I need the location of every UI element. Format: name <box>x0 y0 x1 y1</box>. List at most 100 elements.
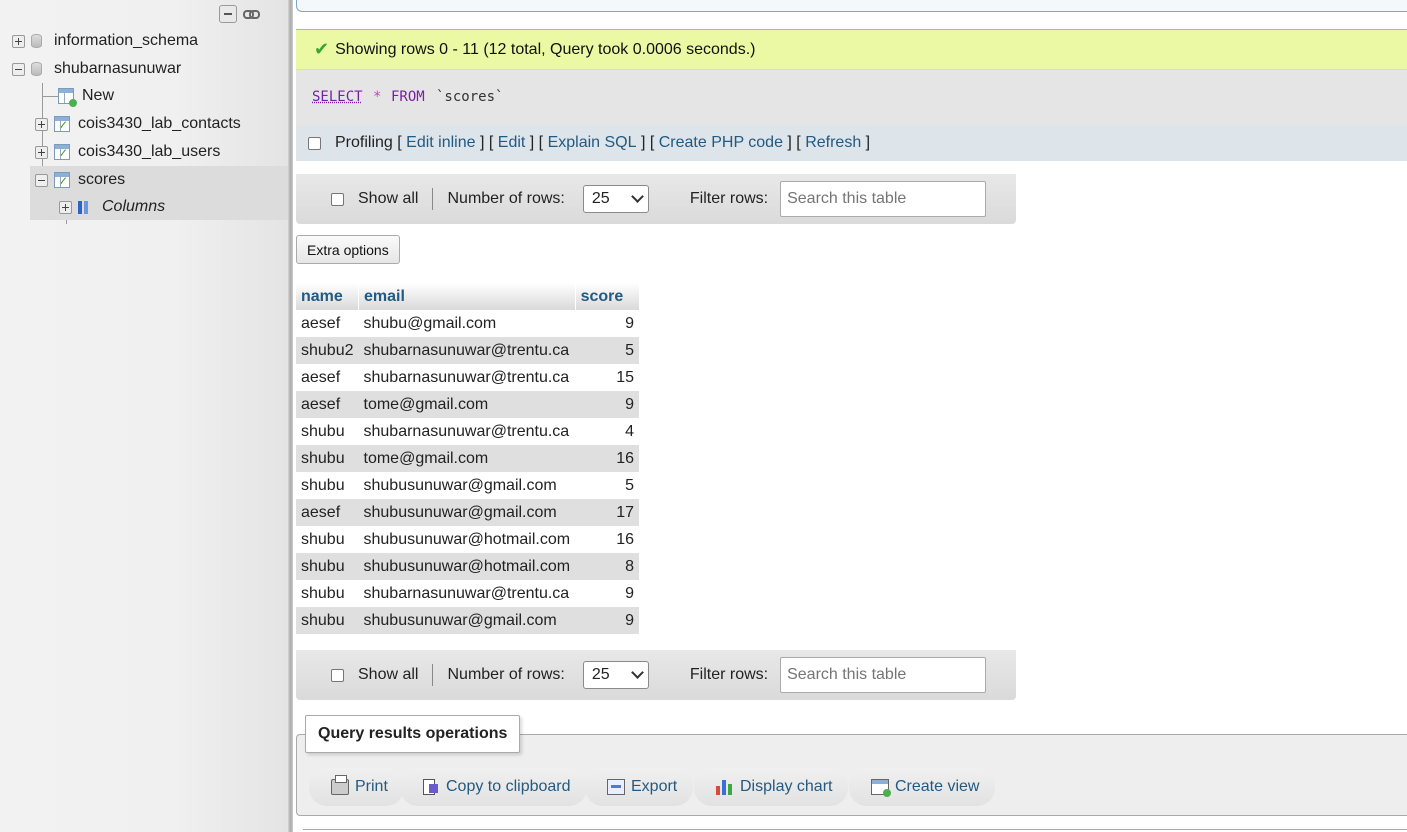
cell-score[interactable]: 5 <box>575 337 640 364</box>
edit-link[interactable]: Edit <box>498 134 526 152</box>
column-header-score[interactable]: score <box>575 283 640 310</box>
collapse-icon[interactable] <box>12 62 25 76</box>
query-results-operations-title: Query results operations <box>305 715 521 753</box>
expand-icon[interactable] <box>12 34 25 48</box>
db-label[interactable]: shubarnasunuwar <box>54 60 181 78</box>
cell-name[interactable]: shubu2 <box>296 337 359 364</box>
profiling-checkbox[interactable] <box>308 136 321 150</box>
cell-email[interactable]: shubusunuwar@gmail.com <box>358 499 576 526</box>
cell-email[interactable]: tome@gmail.com <box>358 391 576 418</box>
cell-score[interactable]: 17 <box>575 499 640 526</box>
db-item-shubarnasunuwar[interactable]: shubarnasunuwar <box>12 56 181 82</box>
cell-email[interactable]: shubusunuwar@gmail.com <box>358 472 576 499</box>
extra-options-button[interactable]: Extra options <box>296 235 400 264</box>
cell-email[interactable]: shubarnasunuwar@trentu.ca <box>358 580 576 607</box>
column-header-email[interactable]: email <box>358 283 576 310</box>
table-item-scores[interactable]: ✓ scores <box>35 167 125 193</box>
cell-score[interactable]: 9 <box>575 310 640 337</box>
column-header-name[interactable]: name <box>296 283 359 310</box>
filter-label: Filter rows: <box>689 666 769 683</box>
collapse-all-icon[interactable] <box>219 5 237 23</box>
cell-score[interactable]: 16 <box>575 526 640 553</box>
chevron-down-icon <box>630 190 644 203</box>
db-label[interactable]: information_schema <box>54 32 198 50</box>
cell-name[interactable]: shubu <box>296 472 359 499</box>
cell-score[interactable]: 15 <box>575 364 640 391</box>
table-row: aesef tome@gmail.com 9 <box>296 391 640 418</box>
cell-name[interactable]: aesef <box>296 499 359 526</box>
cell-name[interactable]: aesef <box>296 310 359 337</box>
tree-item-label[interactable]: New <box>82 87 114 105</box>
cell-email[interactable]: shubu@gmail.com <box>358 310 576 337</box>
table-label[interactable]: cois3430_lab_users <box>78 143 220 161</box>
collapse-icon[interactable] <box>35 173 48 187</box>
export-label: Export <box>631 778 678 795</box>
cell-score[interactable]: 5 <box>575 472 640 499</box>
display-chart-button[interactable]: Display chart <box>694 768 849 806</box>
rows-value: 25 <box>591 190 610 207</box>
cell-email[interactable]: shubusunuwar@hotmail.com <box>358 553 576 580</box>
expand-icon[interactable] <box>35 117 48 131</box>
filter-rows-input[interactable] <box>780 181 987 217</box>
explain-sql-link[interactable]: Explain SQL <box>548 134 637 152</box>
table-row: shubu shubusunuwar@gmail.com 5 <box>296 472 640 499</box>
profiling-label: Profiling <box>335 134 393 151</box>
table-label[interactable]: cois3430_lab_contacts <box>78 115 241 133</box>
show-all-label[interactable]: Show all <box>358 190 418 208</box>
copy-to-clipboard-button[interactable]: Copy to clipboard <box>400 768 587 806</box>
show-all-label[interactable]: Show all <box>358 666 418 684</box>
cell-name[interactable]: shubu <box>296 445 359 472</box>
db-item-information-schema[interactable]: information_schema <box>12 28 198 54</box>
cell-email[interactable]: shubarnasunuwar@trentu.ca <box>358 418 576 445</box>
create-view-button[interactable]: Create view <box>849 768 996 806</box>
sql-star: * <box>373 89 382 105</box>
success-text: Showing rows 0 - 11 (12 total, Query too… <box>335 40 756 58</box>
table-row: shubu shubarnasunuwar@trentu.ca 9 <box>296 580 640 607</box>
create-view-label: Create view <box>895 778 980 795</box>
cell-email[interactable]: shubarnasunuwar@trentu.ca <box>358 337 576 364</box>
cell-name[interactable]: shubu <box>296 580 359 607</box>
cell-name[interactable]: shubu <box>296 553 359 580</box>
cell-email[interactable]: shubusunuwar@hotmail.com <box>358 526 576 553</box>
cell-email[interactable]: shubarnasunuwar@trentu.ca <box>358 364 576 391</box>
tree-item-columns[interactable]: Columns <box>59 194 165 220</box>
print-button[interactable]: Print <box>309 768 404 806</box>
cell-score[interactable]: 9 <box>575 391 640 418</box>
table-navigation-top: Show all Number of rows: 25 Filter rows: <box>296 174 1016 224</box>
table-row: shubu shubusunuwar@hotmail.com 8 <box>296 553 640 580</box>
table-item-cois3430-lab-users[interactable]: ✓ cois3430_lab_users <box>35 139 220 165</box>
cell-score[interactable]: 16 <box>575 445 640 472</box>
cell-email[interactable]: shubusunuwar@gmail.com <box>358 607 576 634</box>
show-all-checkbox[interactable] <box>331 192 344 206</box>
table-row: shubu shubusunuwar@gmail.com 9 <box>296 607 640 634</box>
cell-name[interactable]: aesef <box>296 391 359 418</box>
show-all-checkbox[interactable] <box>331 668 344 682</box>
expand-icon[interactable] <box>35 145 48 159</box>
filter-rows-input[interactable] <box>780 657 987 693</box>
create-php-code-link[interactable]: Create PHP code <box>659 134 783 152</box>
expand-icon[interactable] <box>59 200 72 214</box>
table-item-cois3430-lab-contacts[interactable]: ✓ cois3430_lab_contacts <box>35 111 241 137</box>
tree-item-new[interactable]: New <box>58 83 114 109</box>
edit-inline-link[interactable]: Edit inline <box>406 134 475 152</box>
refresh-link[interactable]: Refresh <box>805 134 861 152</box>
sql-query-display[interactable]: SELECT * FROM `scores` <box>296 70 1407 125</box>
sql-keyword-select[interactable]: SELECT <box>312 89 363 105</box>
link-with-main-panel-icon[interactable] <box>243 5 260 21</box>
filter-label: Filter rows: <box>689 190 769 207</box>
export-button[interactable]: Export <box>585 768 694 806</box>
separator <box>432 188 434 210</box>
cell-name[interactable]: shubu <box>296 418 359 445</box>
columns-label[interactable]: Columns <box>102 198 165 216</box>
cell-score[interactable]: 9 <box>575 580 640 607</box>
rows-per-page-select[interactable]: 25 <box>582 185 649 213</box>
cell-email[interactable]: tome@gmail.com <box>358 445 576 472</box>
cell-name[interactable]: aesef <box>296 364 359 391</box>
cell-name[interactable]: shubu <box>296 607 359 634</box>
rows-per-page-select[interactable]: 25 <box>582 661 649 689</box>
cell-score[interactable]: 9 <box>575 607 640 634</box>
cell-score[interactable]: 8 <box>575 553 640 580</box>
table-label[interactable]: scores <box>78 171 125 189</box>
cell-name[interactable]: shubu <box>296 526 359 553</box>
cell-score[interactable]: 4 <box>575 418 640 445</box>
